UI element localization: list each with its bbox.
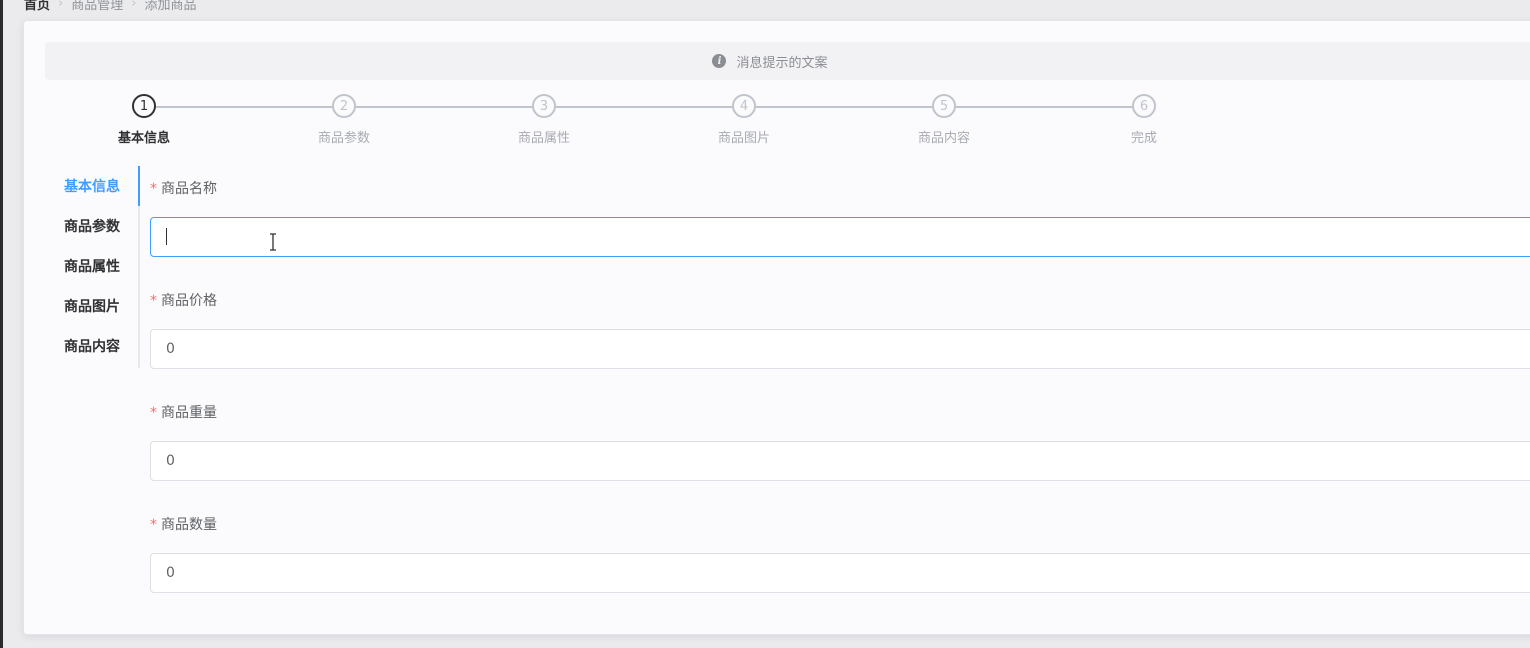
step-3: 3 商品属性 bbox=[484, 94, 604, 146]
step-1: 1 基本信息 bbox=[84, 94, 204, 146]
window-left-edge bbox=[0, 0, 3, 648]
tab-goods-attrs[interactable]: 商品属性 bbox=[24, 246, 138, 286]
field-label-text: 商品名称 bbox=[161, 181, 217, 197]
goods-name-input[interactable] bbox=[150, 217, 1530, 257]
breadcrumb-separator-icon: › bbox=[131, 0, 137, 11]
info-alert: i 消息提示的文案 bbox=[45, 42, 1530, 80]
breadcrumb-separator-icon: › bbox=[58, 0, 64, 11]
step-number: 3 bbox=[532, 94, 556, 118]
step-2: 2 商品参数 bbox=[284, 94, 404, 146]
field-goods-price: * 商品价格 bbox=[150, 278, 1530, 390]
alert-text: 消息提示的文案 bbox=[736, 55, 828, 71]
field-goods-number: * 商品数量 bbox=[150, 502, 1530, 614]
step-5: 5 商品内容 bbox=[884, 94, 1004, 146]
breadcrumb: 首页 › 商品管理 › 添加商品 bbox=[24, 0, 196, 13]
step-number: 5 bbox=[932, 94, 956, 118]
field-label-text: 商品重量 bbox=[161, 405, 217, 421]
required-mark: * bbox=[150, 517, 157, 533]
vertical-tabs: 基本信息 商品参数 商品属性 商品图片 商品内容 bbox=[24, 166, 140, 368]
goods-number-input[interactable] bbox=[150, 553, 1530, 593]
field-label: * 商品数量 bbox=[150, 514, 217, 534]
add-goods-card: i 消息提示的文案 1 基本信息 2 商品参数 3 商品属性 4 商品图片 5 … bbox=[23, 20, 1530, 635]
breadcrumb-home[interactable]: 首页 bbox=[24, 0, 50, 13]
steps-bar: 1 基本信息 2 商品参数 3 商品属性 4 商品图片 5 商品内容 6 完成 bbox=[24, 94, 1324, 154]
goods-price-input[interactable] bbox=[150, 329, 1530, 369]
step-label: 完成 bbox=[1130, 131, 1157, 146]
field-label-text: 商品价格 bbox=[161, 293, 217, 309]
field-label: * 商品重量 bbox=[150, 402, 217, 422]
basic-info-form: *商品名称 *商品价格 *商品重量 *商品数量 bbox=[150, 166, 1530, 614]
tab-goods-images[interactable]: 商品图片 bbox=[24, 286, 138, 326]
tab-goods-content[interactable]: 商品内容 bbox=[24, 326, 138, 366]
step-number: 1 bbox=[132, 94, 156, 118]
step-label: 商品参数 bbox=[317, 131, 370, 146]
required-mark: * bbox=[150, 405, 157, 421]
ibeam-cursor-icon bbox=[270, 233, 276, 251]
step-number: 4 bbox=[732, 94, 756, 118]
tab-basic-info[interactable]: 基本信息 bbox=[24, 166, 140, 206]
step-label: 基本信息 bbox=[117, 131, 170, 146]
field-goods-weight: * 商品重量 bbox=[150, 390, 1530, 502]
field-label-text: 商品数量 bbox=[161, 517, 217, 533]
goods-weight-input[interactable] bbox=[150, 441, 1530, 481]
required-mark: * bbox=[150, 181, 157, 197]
info-icon: i bbox=[712, 54, 727, 68]
step-6: 6 完成 bbox=[1084, 94, 1204, 146]
field-label: * 商品名称 bbox=[150, 178, 217, 198]
step-label: 商品图片 bbox=[717, 131, 770, 146]
required-mark: * bbox=[150, 293, 157, 309]
breadcrumb-add-goods: 添加商品 bbox=[144, 0, 197, 13]
step-label: 商品内容 bbox=[917, 131, 970, 146]
tab-goods-params[interactable]: 商品参数 bbox=[24, 206, 138, 246]
field-label: * 商品价格 bbox=[150, 290, 217, 310]
step-label: 商品属性 bbox=[517, 131, 570, 146]
breadcrumb-goods-manage[interactable]: 商品管理 bbox=[71, 0, 123, 13]
step-4: 4 商品图片 bbox=[684, 94, 804, 146]
step-number: 2 bbox=[332, 94, 356, 118]
text-caret bbox=[166, 228, 167, 245]
field-goods-name: * 商品名称 bbox=[150, 166, 1530, 278]
step-number: 6 bbox=[1132, 94, 1156, 118]
